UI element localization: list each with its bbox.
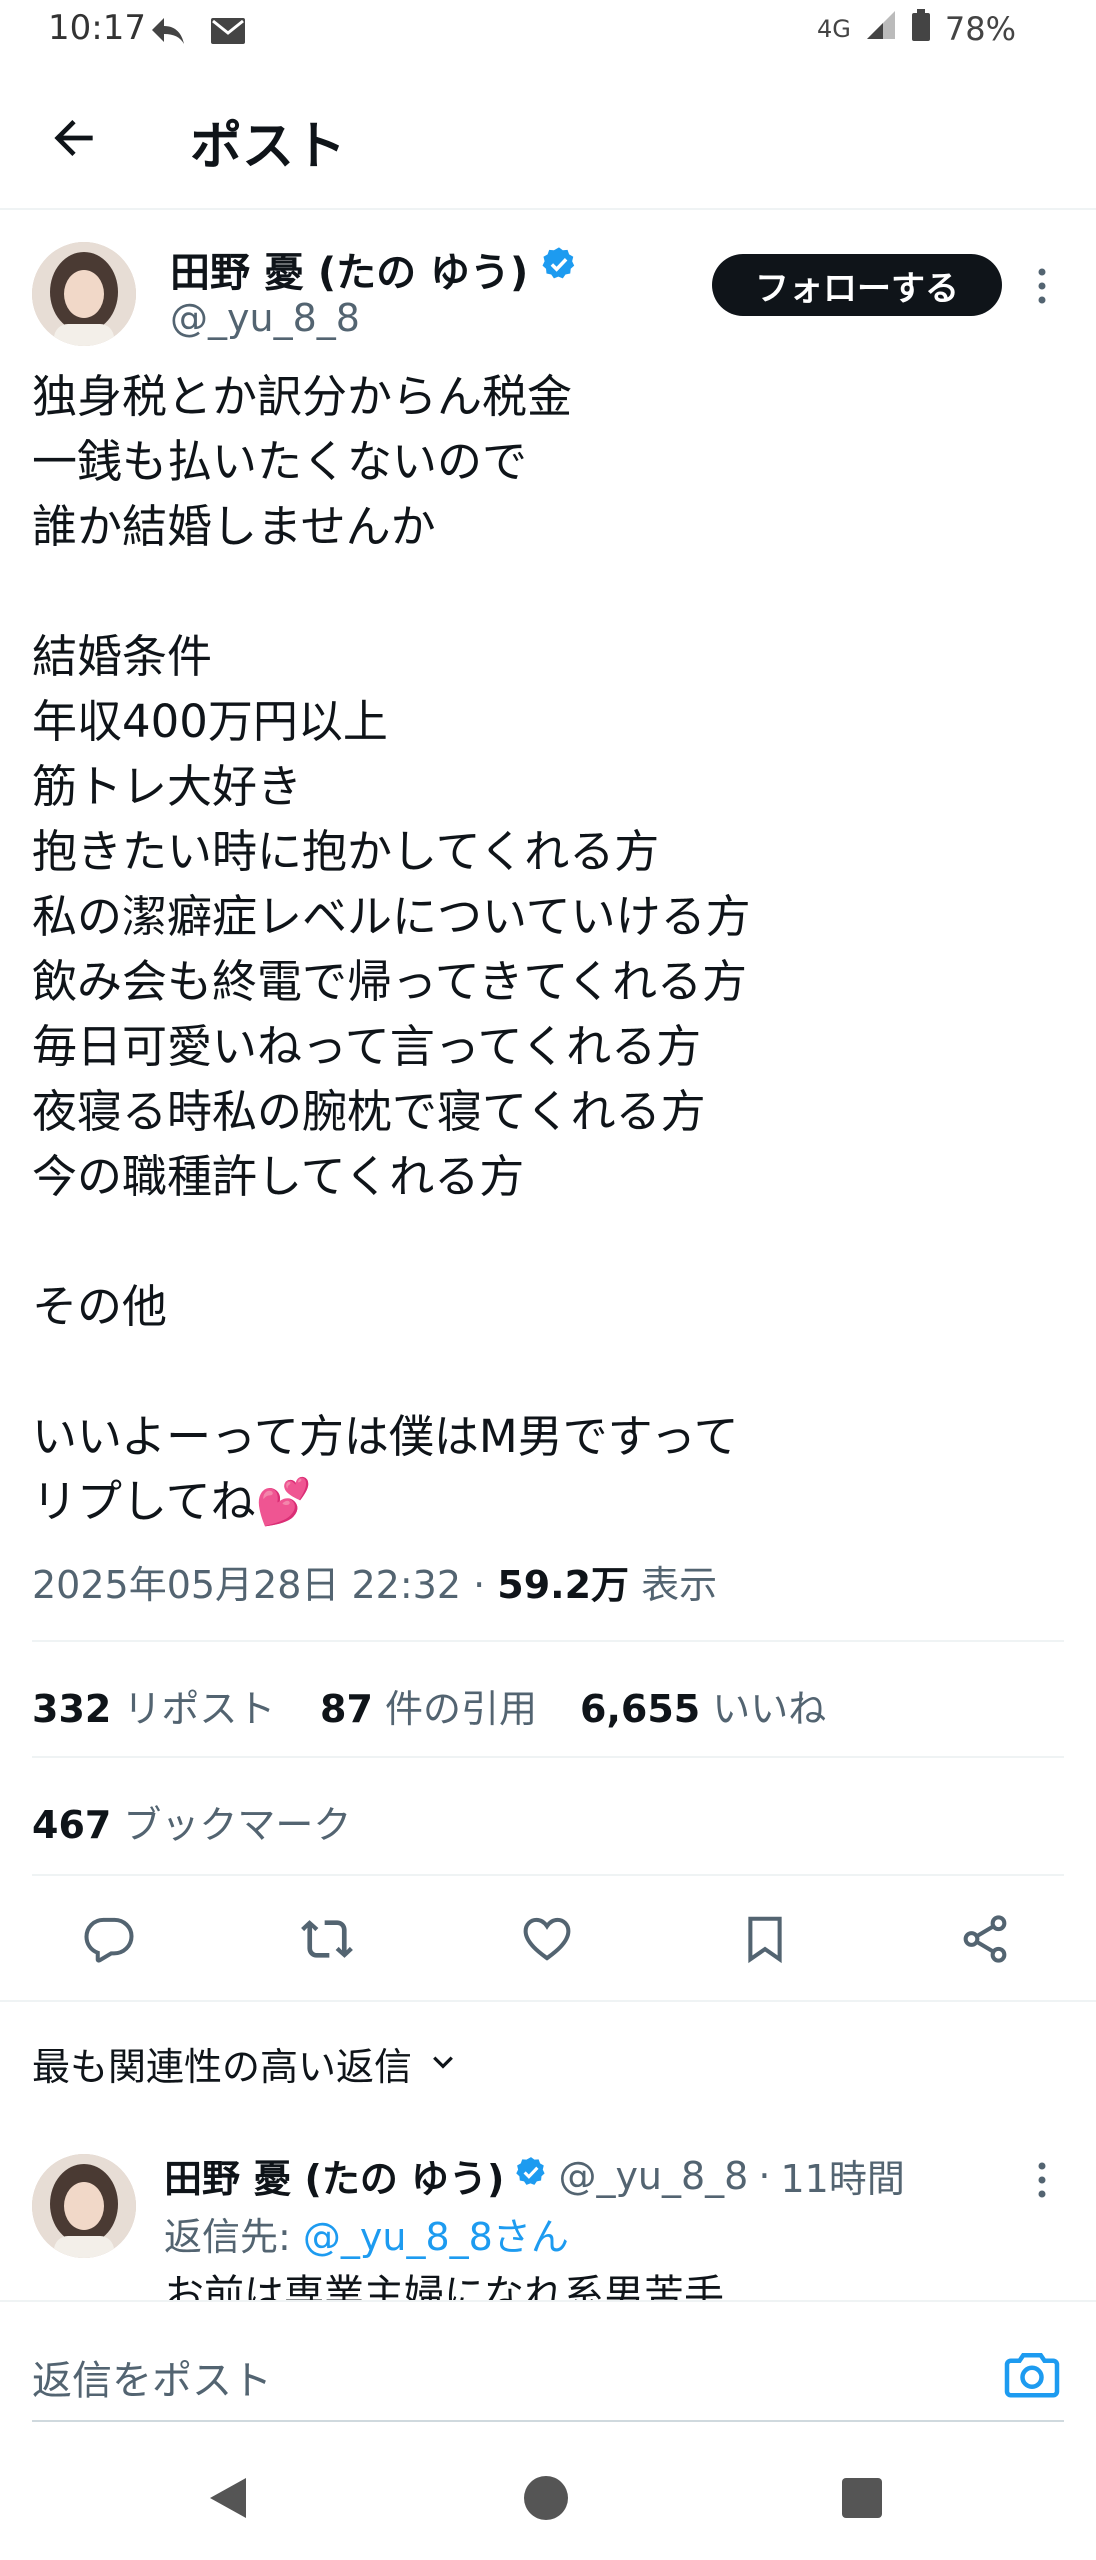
network-type: 4G [817,15,851,43]
chevron-down-icon [428,2042,458,2086]
reply-avatar[interactable] [32,2154,136,2258]
reply-to-label: 返信先: [164,2215,303,2259]
status-right: 4G 78% [817,8,1016,50]
reply-more-icon[interactable] [1032,2160,1052,2200]
repost-icon[interactable] [292,1904,362,1974]
header-divider [0,208,1096,210]
back-arrow-icon[interactable] [46,110,102,166]
nav-back-icon[interactable] [206,2474,250,2526]
bookmarks-count: 467 [32,1803,112,1847]
views-label: 表示 [629,1563,718,1607]
reply-to-handle[interactable]: @_yu_8_8さん [303,2215,569,2259]
status-time: 10:17 [48,8,146,48]
composer-underline [32,2420,1064,2422]
follow-button[interactable]: フォローする [712,254,1002,316]
bookmark-icon[interactable] [730,1904,800,1974]
author-name-row[interactable]: 田野 憂 (たの ゆう) [170,240,578,298]
avatar[interactable] [32,242,136,346]
reply-handle[interactable]: @_yu_8_8 [558,2154,748,2198]
post-text: 独身税とか訳分からん税金 一銭も払いたくないので 誰か結婚しませんか 結婚条件 … [32,370,751,1528]
battery-level: 78% [944,10,1016,48]
verified-badge-icon [514,2154,548,2198]
camera-icon[interactable] [1002,2344,1062,2404]
likes-stat[interactable]: 6,655 いいね [580,1678,826,1733]
reply-header: 田野 憂 (たの ゆう) @_yu_8_8 · 11時間 [164,2148,905,2203]
nav-home-icon[interactable] [522,2474,570,2526]
reply-sort-label: 最も関連性の高い返信 [32,2045,413,2089]
divider [32,1756,1064,1758]
reply-text: お前は専業主婦になれ系男苦手 [164,2272,724,2302]
views-count: 59.2万 [497,1563,630,1607]
like-icon[interactable] [512,1904,582,1974]
quotes-label: 件の引用 [372,1687,537,1731]
author-name[interactable]: 田野 憂 (たの ゆう) [170,240,528,298]
reply-icon[interactable] [74,1904,144,1974]
reposts-count: 332 [32,1687,112,1731]
share-icon[interactable] [950,1904,1020,1974]
more-icon[interactable] [1032,266,1052,306]
quotes-count: 87 [320,1687,373,1731]
reply-author-name[interactable]: 田野 憂 (たの ゆう) [164,2148,504,2203]
divider [0,2000,1096,2002]
reposts-label: リポスト [111,1687,276,1731]
post-timestamp[interactable]: 2025年05月28日 22:32 · [32,1563,497,1607]
verified-badge-icon [540,245,578,293]
bookmarks-stat[interactable]: 467 ブックマーク [32,1794,351,1849]
bookmarks-label: ブックマーク [111,1803,352,1847]
battery-icon [911,8,931,50]
reply-input[interactable]: 返信をポスト [32,2348,272,2406]
reply-to-line: 返信先: @_yu_8_8さん [164,2206,569,2261]
reply-time[interactable]: 11時間 [780,2148,904,2203]
likes-count: 6,655 [580,1687,701,1731]
divider [32,1640,1064,1642]
nav-recents-icon[interactable] [840,2476,884,2524]
reply-sort-selector[interactable]: 最も関連性の高い返信 [32,2036,458,2091]
mail-notification-icon [210,16,246,50]
reply-separator: · [758,2153,771,2198]
quotes-stat[interactable]: 87 件の引用 [320,1678,537,1733]
divider [32,1874,1064,1876]
signal-icon [865,9,897,49]
likes-label: いいね [700,1687,827,1731]
reply-notification-icon [148,14,188,52]
page-title: ポスト [190,117,347,177]
reposts-stat[interactable]: 332 リポスト [32,1678,275,1733]
author-handle[interactable]: @_yu_8_8 [170,296,360,340]
post-meta: 2025年05月28日 22:32 · 59.2万 表示 [32,1554,717,1609]
